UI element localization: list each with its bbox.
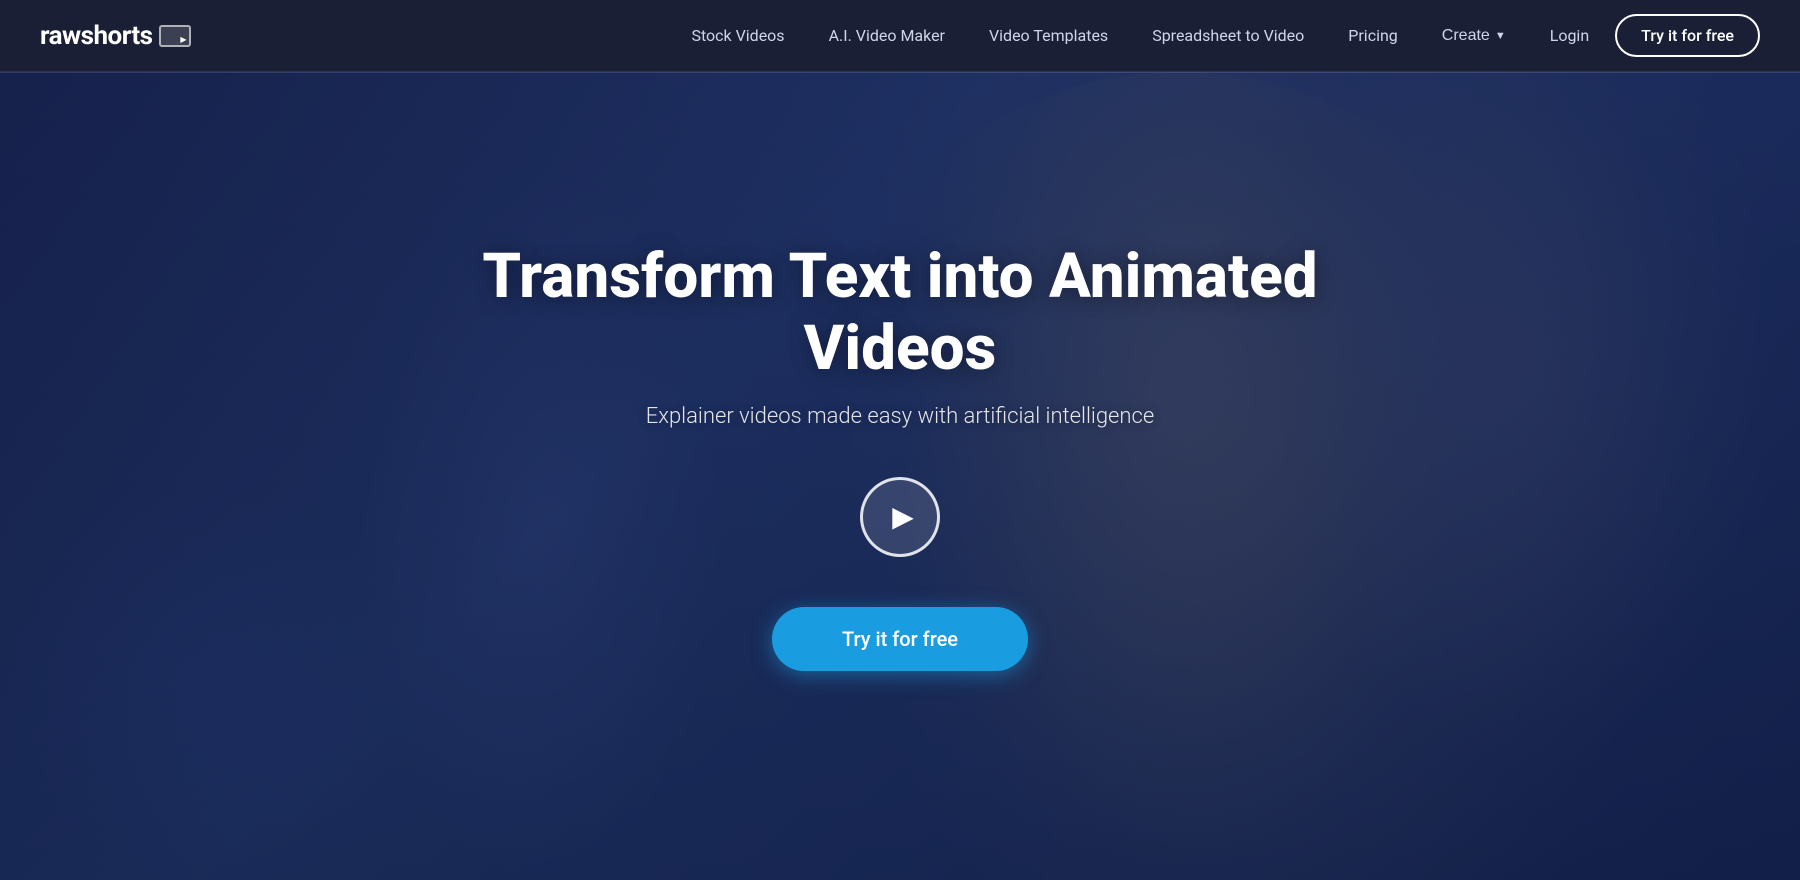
- nav-item-stock-videos: Stock Videos: [673, 18, 802, 53]
- nav-link-spreadsheet-to-video[interactable]: Spreadsheet to Video: [1134, 18, 1322, 53]
- hero-title: Transform Text into Animated Videos: [450, 241, 1350, 384]
- hero-subtitle: Explainer videos made easy with artifici…: [646, 404, 1154, 429]
- logo-text: rawshorts: [40, 21, 153, 51]
- nav-links: Stock Videos A.I. Video Maker Video Temp…: [673, 14, 1760, 57]
- navbar-separator: [0, 72, 1800, 73]
- hero-content: Transform Text into Animated Videos Expl…: [0, 72, 1800, 880]
- hero-cta-button[interactable]: Try it for free: [772, 607, 1028, 671]
- nav-item-pricing: Pricing: [1330, 18, 1416, 53]
- nav-item-ai-video-maker: A.I. Video Maker: [811, 18, 963, 53]
- nav-link-stock-videos[interactable]: Stock Videos: [673, 18, 802, 53]
- nav-link-ai-video-maker[interactable]: A.I. Video Maker: [811, 18, 963, 53]
- nav-link-video-templates[interactable]: Video Templates: [971, 18, 1126, 53]
- nav-item-login: Login: [1532, 18, 1607, 53]
- nav-button-create[interactable]: Create ▼: [1424, 19, 1524, 53]
- nav-item-create: Create ▼: [1424, 19, 1524, 53]
- nav-link-pricing[interactable]: Pricing: [1330, 18, 1416, 53]
- play-button[interactable]: ▶: [860, 477, 940, 557]
- nav-item-video-templates: Video Templates: [971, 18, 1126, 53]
- nav-item-try-free: Try it for free: [1615, 14, 1760, 57]
- chevron-down-icon: ▼: [1495, 30, 1506, 42]
- logo-icon: [159, 25, 191, 47]
- play-icon: ▶: [892, 500, 914, 533]
- logo[interactable]: rawshorts: [40, 21, 191, 51]
- navbar: rawshorts Stock Videos A.I. Video Maker …: [0, 0, 1800, 72]
- nav-link-login[interactable]: Login: [1532, 18, 1607, 53]
- nav-button-try-free[interactable]: Try it for free: [1615, 14, 1760, 57]
- nav-item-spreadsheet-to-video: Spreadsheet to Video: [1134, 18, 1322, 53]
